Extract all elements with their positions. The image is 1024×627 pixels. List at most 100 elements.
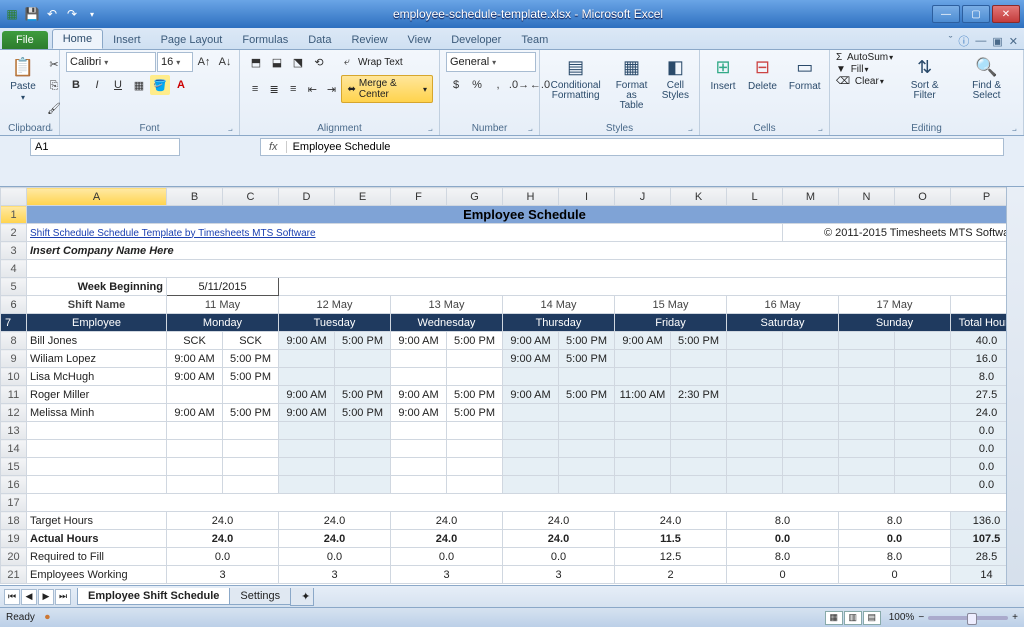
- cell[interactable]: 9:00 AM: [391, 386, 447, 404]
- cell[interactable]: 9:00 AM: [503, 332, 559, 350]
- cell[interactable]: [839, 404, 895, 422]
- format-cells-button[interactable]: ▭Format: [785, 52, 825, 94]
- cell[interactable]: Melissa Minh: [27, 404, 167, 422]
- cell[interactable]: [559, 458, 615, 476]
- cell[interactable]: [559, 404, 615, 422]
- cell[interactable]: [559, 440, 615, 458]
- cell[interactable]: [279, 422, 335, 440]
- cell[interactable]: [615, 404, 671, 422]
- cell[interactable]: [671, 350, 727, 368]
- border-button[interactable]: ▦: [129, 75, 149, 95]
- cell[interactable]: [335, 422, 391, 440]
- cell[interactable]: 24.0: [167, 530, 279, 548]
- cell[interactable]: [839, 440, 895, 458]
- col-E[interactable]: E: [335, 188, 391, 206]
- cell[interactable]: [559, 476, 615, 494]
- view-break-icon[interactable]: ▤: [863, 611, 881, 625]
- cell[interactable]: [503, 476, 559, 494]
- comma-icon[interactable]: ,: [488, 75, 508, 95]
- wrap-text-button[interactable]: Wrap Text: [358, 57, 403, 68]
- cell[interactable]: [671, 476, 727, 494]
- row-header[interactable]: 7: [1, 314, 27, 332]
- cell[interactable]: Monday: [167, 314, 279, 332]
- col-I[interactable]: I: [559, 188, 615, 206]
- cell[interactable]: [783, 422, 839, 440]
- cell[interactable]: 8.0: [839, 548, 951, 566]
- help-icon[interactable]: ⓘ: [958, 33, 969, 49]
- cell[interactable]: [503, 440, 559, 458]
- cell[interactable]: [167, 386, 223, 404]
- cell[interactable]: [783, 404, 839, 422]
- cell[interactable]: 11:00 AM: [615, 386, 671, 404]
- doc-min-icon[interactable]: —: [975, 35, 986, 47]
- cell[interactable]: [27, 422, 167, 440]
- cell[interactable]: Employees Working: [27, 566, 167, 584]
- row-header[interactable]: 11: [1, 386, 27, 404]
- cell[interactable]: Insert Company Name Here: [27, 242, 1023, 260]
- cell[interactable]: [615, 440, 671, 458]
- cell[interactable]: [783, 476, 839, 494]
- cell[interactable]: 24.0: [503, 530, 615, 548]
- tab-team[interactable]: Team: [511, 31, 558, 49]
- cell[interactable]: 24.0: [615, 512, 727, 530]
- cell[interactable]: [895, 386, 951, 404]
- row-header[interactable]: 15: [1, 458, 27, 476]
- insert-cells-button[interactable]: ⊞Insert: [706, 52, 740, 94]
- cell[interactable]: [727, 404, 783, 422]
- cell[interactable]: [167, 476, 223, 494]
- italic-button[interactable]: I: [87, 75, 107, 95]
- cell[interactable]: [615, 458, 671, 476]
- cell[interactable]: [783, 386, 839, 404]
- cell[interactable]: 0.0: [727, 530, 839, 548]
- cell[interactable]: [727, 368, 783, 386]
- cell[interactable]: [223, 386, 279, 404]
- cell[interactable]: Bill Jones: [27, 332, 167, 350]
- cell[interactable]: [839, 332, 895, 350]
- tab-review[interactable]: Review: [341, 31, 397, 49]
- cell[interactable]: [895, 332, 951, 350]
- cell[interactable]: 136.0: [951, 512, 1023, 530]
- font-name-combo[interactable]: Calibri▾: [66, 52, 156, 72]
- align-top-icon[interactable]: ⬒: [246, 52, 266, 72]
- cell[interactable]: Target Hours: [27, 512, 167, 530]
- cell[interactable]: 5:00 PM: [559, 350, 615, 368]
- cell[interactable]: [615, 476, 671, 494]
- cell[interactable]: [895, 458, 951, 476]
- cell[interactable]: 28.5: [951, 548, 1023, 566]
- cell[interactable]: [727, 350, 783, 368]
- cell[interactable]: [671, 422, 727, 440]
- percent-icon[interactable]: %: [467, 75, 487, 95]
- row-header[interactable]: 2: [1, 224, 27, 242]
- cell[interactable]: Required to Fill: [27, 548, 167, 566]
- cell[interactable]: 5:00 PM: [447, 332, 503, 350]
- col-L[interactable]: L: [727, 188, 783, 206]
- cell[interactable]: 13 May: [391, 296, 503, 314]
- col-H[interactable]: H: [503, 188, 559, 206]
- cell[interactable]: [559, 368, 615, 386]
- cell[interactable]: [839, 422, 895, 440]
- macro-record-icon[interactable]: ⏺: [45, 612, 50, 623]
- cell[interactable]: [895, 422, 951, 440]
- cell[interactable]: 14 May: [503, 296, 615, 314]
- cell[interactable]: 11.5: [615, 530, 727, 548]
- row-header[interactable]: 21: [1, 566, 27, 584]
- cell[interactable]: [503, 422, 559, 440]
- cell[interactable]: Wednesday: [391, 314, 503, 332]
- cell[interactable]: 0.0: [951, 458, 1023, 476]
- view-layout-icon[interactable]: ▥: [844, 611, 862, 625]
- sheet-nav-last-icon[interactable]: ⏭: [55, 589, 71, 605]
- col-A[interactable]: A: [27, 188, 167, 206]
- col-K[interactable]: K: [671, 188, 727, 206]
- row-header[interactable]: 1: [1, 206, 27, 224]
- cell[interactable]: [615, 422, 671, 440]
- col-P[interactable]: P: [951, 188, 1023, 206]
- cell[interactable]: [727, 332, 783, 350]
- maximize-button[interactable]: ▢: [962, 5, 990, 23]
- number-format-combo[interactable]: General▾: [446, 52, 536, 72]
- cell[interactable]: 11 May: [167, 296, 279, 314]
- delete-cells-button[interactable]: ⊟Delete: [744, 52, 781, 94]
- cell[interactable]: [783, 332, 839, 350]
- font-color-button[interactable]: A: [171, 75, 191, 95]
- cell[interactable]: [391, 368, 447, 386]
- cell[interactable]: [447, 476, 503, 494]
